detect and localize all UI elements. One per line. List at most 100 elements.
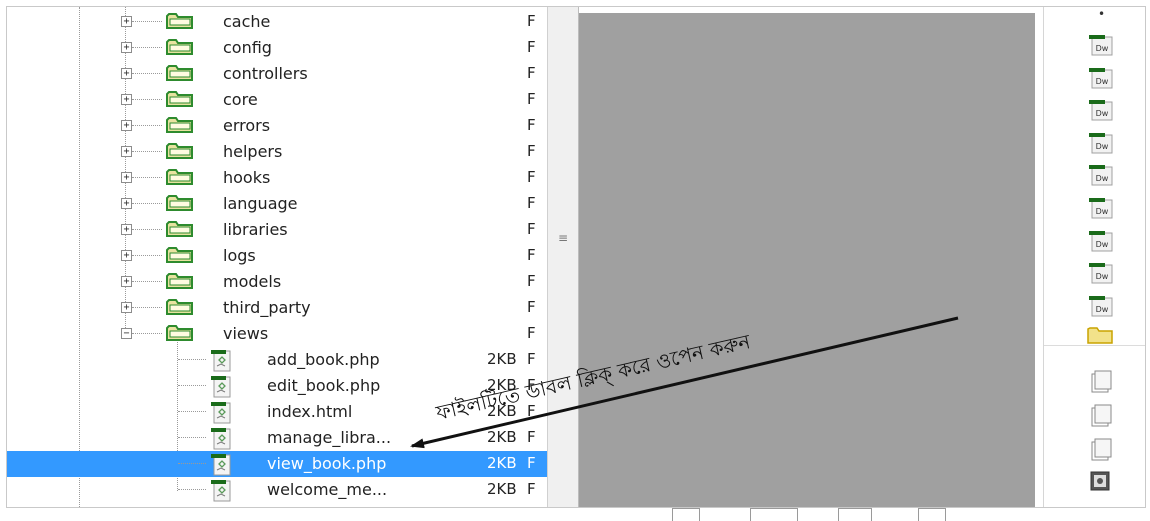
dw-file-icon[interactable]: Dw: [1086, 66, 1114, 90]
folder-icon: [166, 221, 193, 237]
dw-label: Dw: [1096, 207, 1109, 216]
folder-row[interactable]: + errors F: [7, 113, 547, 139]
expand-toggle-icon[interactable]: +: [121, 120, 132, 131]
folder-name: cache: [223, 12, 271, 31]
folder-name: language: [223, 194, 298, 213]
expand-toggle-icon[interactable]: +: [121, 276, 132, 287]
bottom-tab[interactable]: [838, 508, 872, 521]
folder-row[interactable]: + libraries F: [7, 217, 547, 243]
tree-branch-line: [178, 359, 206, 360]
folder-icon: [166, 247, 193, 263]
bottom-tab[interactable]: [750, 508, 798, 521]
tree-branch-line: [132, 21, 162, 22]
dw-label: Dw: [1096, 142, 1109, 151]
expand-toggle-icon[interactable]: +: [121, 172, 132, 183]
panel-splitter[interactable]: ≡: [547, 7, 579, 507]
folder-name: config: [223, 38, 272, 57]
tree-branch-line: [132, 125, 162, 126]
dw-file-icon[interactable]: Dw: [1086, 131, 1114, 155]
tree-branch-line: [178, 437, 206, 438]
image-file-icon[interactable]: [1086, 469, 1114, 493]
file-row[interactable]: edit_book.php 2KB F: [7, 373, 547, 399]
folder-row[interactable]: + controllers F: [7, 61, 547, 87]
file-type: F: [527, 194, 536, 212]
file-type: F: [527, 428, 536, 446]
file-type: F: [527, 480, 536, 498]
folder-row[interactable]: + models F: [7, 269, 547, 295]
tree-branch-line: [132, 73, 162, 74]
collapse-toggle-icon[interactable]: −: [121, 328, 132, 339]
folder-icon[interactable]: [1086, 323, 1114, 347]
file-size: 2KB: [487, 376, 517, 394]
tree-branch-line: [178, 463, 206, 464]
file-type: F: [527, 298, 536, 316]
blank-document-icon[interactable]: [1086, 369, 1114, 393]
blank-document-icon[interactable]: [1086, 403, 1114, 427]
expand-toggle-icon[interactable]: +: [121, 302, 132, 313]
bottom-tab[interactable]: [672, 508, 700, 521]
folder-row[interactable]: + config F: [7, 35, 547, 61]
php-file-icon: [211, 480, 231, 502]
folder-name: models: [223, 272, 282, 291]
folder-name: core: [223, 90, 258, 109]
file-type: F: [527, 116, 536, 134]
dw-label: Dw: [1096, 44, 1109, 53]
blank-document-icon[interactable]: [1086, 437, 1114, 461]
tree-branch-line: [132, 255, 162, 256]
expand-toggle-icon[interactable]: +: [121, 198, 132, 209]
folder-name: errors: [223, 116, 271, 135]
tree-branch-line: [132, 177, 162, 178]
file-tree[interactable]: + cache F + config F + controllers F + core F + error…: [7, 7, 547, 507]
dw-file-icon[interactable]: Dw: [1086, 229, 1114, 253]
file-size: 2KB: [487, 428, 517, 446]
expand-toggle-icon[interactable]: +: [121, 224, 132, 235]
tree-branch-line: [132, 229, 162, 230]
expand-toggle-icon[interactable]: +: [121, 146, 132, 157]
folder-row[interactable]: + core F: [7, 87, 547, 113]
dw-file-icon[interactable]: Dw: [1086, 98, 1114, 122]
tree-branch-line: [132, 47, 162, 48]
dw-file-icon[interactable]: Dw: [1086, 33, 1114, 57]
file-row[interactable]: manage_libra... 2KB F: [7, 425, 547, 451]
file-row[interactable]: add_book.php 2KB F: [7, 347, 547, 373]
dw-label: Dw: [1096, 272, 1109, 281]
dw-file-icon[interactable]: Dw: [1086, 294, 1114, 318]
dw-file-icon[interactable]: Dw: [1086, 261, 1114, 285]
tree-branch-line: [132, 203, 162, 204]
folder-row[interactable]: + hooks F: [7, 165, 547, 191]
folder-row[interactable]: + cache F: [7, 9, 547, 35]
bottom-tab[interactable]: [918, 508, 946, 521]
file-icon-strip: • Dw Dw Dw Dw Dw Dw Dw Dw Dw: [1043, 7, 1145, 507]
folder-row[interactable]: + language F: [7, 191, 547, 217]
file-row[interactable]: view_book.php 2KB F: [7, 451, 547, 477]
tree-branch-line: [132, 281, 162, 282]
expand-toggle-icon[interactable]: +: [121, 250, 132, 261]
folder-icon: [166, 13, 193, 29]
expand-toggle-icon[interactable]: +: [121, 16, 132, 27]
dw-label: Dw: [1096, 240, 1109, 249]
expand-toggle-icon[interactable]: +: [121, 94, 132, 105]
folder-icon: [166, 195, 193, 211]
preview-pane: [579, 13, 1035, 507]
folder-icon: [166, 39, 193, 55]
tree-branch-line: [132, 99, 162, 100]
file-row[interactable]: index.html 2KB F: [7, 399, 547, 425]
folder-row[interactable]: + logs F: [7, 243, 547, 269]
folder-row[interactable]: + third_party F: [7, 295, 547, 321]
splitter-grip-icon[interactable]: ≡: [558, 231, 568, 245]
file-row[interactable]: welcome_me... 2KB F: [7, 477, 547, 503]
file-type: F: [527, 220, 536, 238]
tree-branch-line: [178, 411, 206, 412]
tree-branch-line: [132, 307, 162, 308]
expand-toggle-icon[interactable]: +: [121, 42, 132, 53]
folder-name: helpers: [223, 142, 283, 161]
folder-row[interactable]: + helpers F: [7, 139, 547, 165]
file-name: index.html: [267, 402, 353, 421]
file-type: F: [527, 12, 536, 30]
folder-row[interactable]: − views F: [7, 321, 547, 347]
dw-file-icon[interactable]: Dw: [1086, 163, 1114, 187]
expand-toggle-icon[interactable]: +: [121, 68, 132, 79]
dw-file-icon[interactable]: Dw: [1086, 196, 1114, 220]
file-panel-frame: + cache F + config F + controllers F + core F + error…: [6, 6, 1146, 508]
folder-icon: [166, 325, 193, 341]
